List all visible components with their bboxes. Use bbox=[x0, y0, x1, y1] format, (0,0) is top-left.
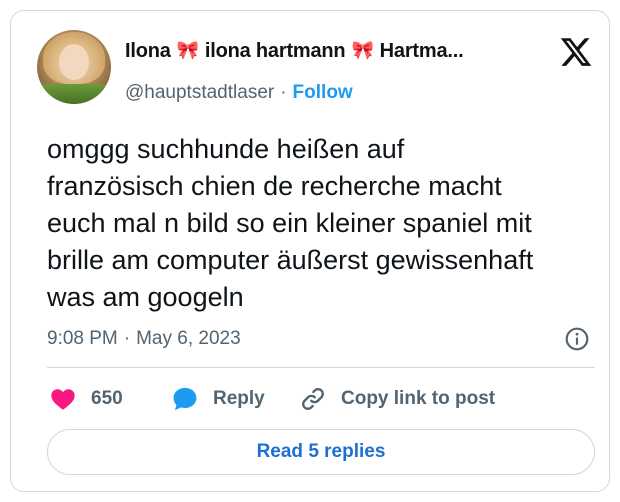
follow-button[interactable]: Follow bbox=[293, 82, 353, 104]
read-replies-button[interactable]: Read 5 replies bbox=[47, 429, 595, 475]
action-bar: 650 Reply Copy link to post bbox=[47, 382, 595, 416]
tweet-time: 9:08 PM bbox=[47, 328, 118, 349]
copy-link-label: Copy link to post bbox=[341, 388, 496, 409]
like-count: 650 bbox=[91, 388, 123, 409]
display-name-part-3: Hartma... bbox=[379, 39, 464, 62]
handle-row: @hauptstadtlaser · Follow bbox=[125, 81, 353, 105]
reply-button[interactable]: Reply bbox=[171, 382, 265, 416]
info-icon[interactable] bbox=[564, 326, 590, 352]
tweet-date: May 6, 2023 bbox=[136, 328, 241, 349]
ribbon-bow-icon: 🎀 bbox=[176, 39, 199, 60]
copy-link-button[interactable]: Copy link to post bbox=[299, 382, 495, 416]
separator-dot: · bbox=[280, 82, 287, 103]
speech-bubble-icon bbox=[173, 387, 197, 411]
divider bbox=[47, 367, 595, 368]
tweet-text: omggg suchhunde heißen auf französisch c… bbox=[47, 134, 534, 312]
author-display-name[interactable]: Ilona 🎀 ilona hartmann 🎀 Hartma... bbox=[125, 37, 545, 65]
author-handle[interactable]: @hauptstadtlaser bbox=[125, 82, 274, 104]
heart-icon bbox=[51, 389, 75, 410]
ribbon-bow-icon: 🎀 bbox=[351, 39, 374, 60]
author-avatar[interactable] bbox=[37, 30, 111, 104]
display-name-part-1: Ilona bbox=[125, 39, 171, 62]
tweet-card: Ilona 🎀 ilona hartmann 🎀 Hartma... @haup… bbox=[10, 10, 610, 492]
tweet-timestamp[interactable]: 9:08 PM · May 6, 2023 bbox=[47, 325, 241, 353]
link-icon bbox=[302, 388, 324, 410]
like-button[interactable]: 650 bbox=[49, 382, 123, 416]
reply-label: Reply bbox=[213, 388, 265, 409]
separator-dot: · bbox=[123, 328, 131, 349]
display-name-part-2: ilona hartmann bbox=[204, 39, 346, 62]
read-replies-label: Read 5 replies bbox=[256, 441, 386, 462]
x-logo-icon[interactable] bbox=[559, 35, 593, 69]
